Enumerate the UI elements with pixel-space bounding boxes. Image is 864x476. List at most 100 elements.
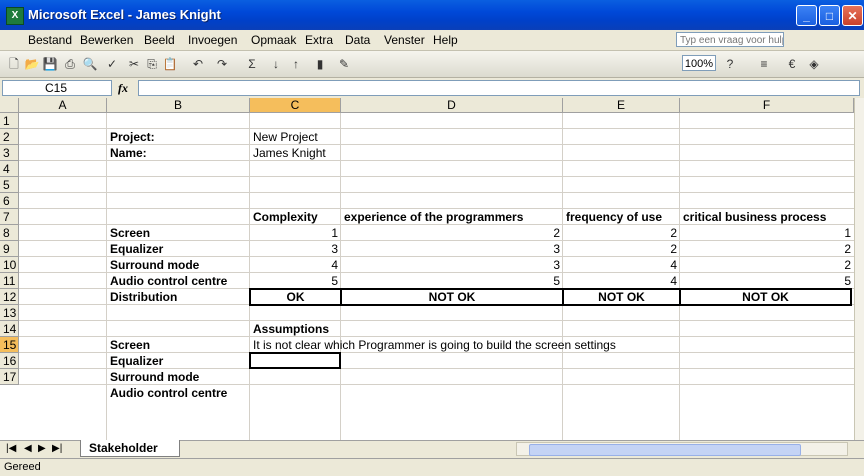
- copy-icon[interactable]: ⎘: [144, 56, 160, 72]
- euro-icon[interactable]: €: [784, 56, 800, 72]
- assumptions-title[interactable]: Assumptions: [253, 321, 329, 337]
- project-value[interactable]: New Project: [253, 129, 318, 145]
- value-cell[interactable]: 1: [680, 225, 851, 241]
- row-header[interactable]: 10: [0, 257, 19, 273]
- select-all-corner[interactable]: [0, 98, 19, 113]
- distribution-label[interactable]: Distribution: [110, 289, 177, 305]
- name-label[interactable]: Name:: [110, 145, 147, 161]
- spelling-icon[interactable]: ✓: [104, 56, 120, 72]
- row-header[interactable]: 14: [0, 321, 19, 337]
- column-header-a[interactable]: A: [19, 98, 107, 113]
- save-icon[interactable]: 💾: [42, 56, 58, 72]
- menu-bestand[interactable]: Bestand: [28, 33, 72, 47]
- header-experience[interactable]: experience of the programmers: [344, 209, 523, 225]
- new-icon[interactable]: 🗋: [6, 56, 22, 72]
- value-cell[interactable]: 2: [341, 225, 560, 241]
- menu-bewerken[interactable]: Bewerken: [80, 33, 133, 47]
- menu-help[interactable]: Help: [433, 33, 458, 47]
- column-header-d[interactable]: D: [341, 98, 563, 113]
- value-cell[interactable]: 3: [341, 241, 560, 257]
- column-header-b[interactable]: B: [107, 98, 250, 113]
- drawing-icon[interactable]: ✎: [336, 56, 352, 72]
- assumption-label[interactable]: Audio control centre: [110, 385, 227, 401]
- assumption-label[interactable]: Equalizer: [110, 353, 163, 369]
- value-cell[interactable]: 5: [250, 273, 338, 289]
- value-cell[interactable]: 4: [250, 257, 338, 273]
- row-header[interactable]: 12: [0, 289, 19, 305]
- help-search-input[interactable]: Typ een vraag voor hulp: [676, 32, 784, 47]
- header-frequency[interactable]: frequency of use: [566, 209, 662, 225]
- sort-ascending-icon[interactable]: ↓: [268, 56, 284, 72]
- value-cell[interactable]: 4: [563, 273, 677, 289]
- value-cell[interactable]: 2: [680, 257, 851, 273]
- print-icon[interactable]: ⎙: [62, 56, 78, 72]
- row-header[interactable]: 16: [0, 353, 19, 369]
- assumption-label[interactable]: Surround mode: [110, 369, 199, 385]
- open-icon[interactable]: 📂: [24, 56, 40, 72]
- menu-data[interactable]: Data: [345, 33, 370, 47]
- fill-color-icon[interactable]: ◈: [806, 56, 822, 72]
- value-cell[interactable]: 5: [341, 273, 560, 289]
- row-header[interactable]: 11: [0, 273, 19, 289]
- value-cell[interactable]: 1: [250, 225, 338, 241]
- print-preview-icon[interactable]: 🔍: [82, 56, 98, 72]
- column-header-e[interactable]: E: [563, 98, 680, 113]
- header-complexity[interactable]: Complexity: [253, 209, 318, 225]
- value-cell[interactable]: 5: [680, 273, 851, 289]
- undo-icon[interactable]: ↶: [190, 56, 206, 72]
- vertical-scrollbar[interactable]: [854, 98, 864, 440]
- header-critical[interactable]: critical business process: [683, 209, 826, 225]
- next-sheet-icon[interactable]: ▶: [38, 443, 46, 454]
- value-cell[interactable]: 2: [563, 225, 677, 241]
- assumption-text[interactable]: It is not clear which Programmer is goin…: [253, 337, 616, 353]
- item-label[interactable]: Screen: [110, 225, 150, 241]
- row-header[interactable]: 5: [0, 177, 19, 193]
- name-box[interactable]: C15: [2, 80, 112, 96]
- item-label[interactable]: Surround mode: [110, 257, 199, 273]
- project-label[interactable]: Project:: [110, 129, 155, 145]
- menu-beeld[interactable]: Beeld: [144, 33, 175, 47]
- close-button[interactable]: ✕: [842, 5, 863, 26]
- value-cell[interactable]: 3: [341, 257, 560, 273]
- distribution-value[interactable]: OK: [250, 289, 341, 305]
- menu-extra[interactable]: Extra: [305, 33, 333, 47]
- prev-sheet-icon[interactable]: ◀: [24, 443, 32, 454]
- column-header-f[interactable]: F: [680, 98, 854, 113]
- worksheet-grid[interactable]: A B C D E F 1 2 3 4 5 6 7 8 9 10 11 12 1…: [0, 98, 854, 440]
- last-sheet-icon[interactable]: ▶|: [52, 443, 62, 454]
- row-header[interactable]: 17: [0, 369, 19, 385]
- row-header[interactable]: 9: [0, 241, 19, 257]
- help-icon[interactable]: ?: [722, 56, 738, 72]
- maximize-button[interactable]: □: [819, 5, 840, 26]
- zoom-dropdown[interactable]: 100%: [682, 55, 716, 71]
- menu-opmaak[interactable]: Opmaak: [251, 33, 296, 47]
- chart-wizard-icon[interactable]: ▮: [312, 56, 328, 72]
- redo-icon[interactable]: ↷: [214, 56, 230, 72]
- row-header[interactable]: 13: [0, 305, 19, 321]
- value-cell[interactable]: 2: [563, 241, 677, 257]
- row-header[interactable]: 1: [0, 113, 19, 129]
- menu-venster[interactable]: Venster: [384, 33, 425, 47]
- item-label[interactable]: Audio control centre: [110, 273, 227, 289]
- horizontal-scrollbar[interactable]: [516, 442, 848, 456]
- row-header[interactable]: 6: [0, 193, 19, 209]
- row-header[interactable]: 3: [0, 145, 19, 161]
- column-header-c[interactable]: C: [250, 98, 341, 113]
- sheet-tab-stakeholder[interactable]: Stakeholder: [80, 440, 180, 457]
- row-header[interactable]: 7: [0, 209, 19, 225]
- value-cell[interactable]: 2: [680, 241, 851, 257]
- formula-input[interactable]: [138, 80, 860, 96]
- menu-invoegen[interactable]: Invoegen: [188, 33, 237, 47]
- minimize-button[interactable]: _: [796, 5, 817, 26]
- value-cell[interactable]: 3: [250, 241, 338, 257]
- row-header[interactable]: 2: [0, 129, 19, 145]
- active-cell-c15[interactable]: [249, 352, 341, 369]
- name-value[interactable]: James Knight: [253, 145, 326, 161]
- first-sheet-icon[interactable]: |◀: [6, 443, 16, 454]
- distribution-value[interactable]: NOT OK: [341, 289, 563, 305]
- row-header[interactable]: 4: [0, 161, 19, 177]
- sort-descending-icon[interactable]: ↑: [288, 56, 304, 72]
- align-icon[interactable]: ≡: [756, 56, 772, 72]
- row-header-selected[interactable]: 15: [0, 337, 19, 353]
- item-label[interactable]: Equalizer: [110, 241, 163, 257]
